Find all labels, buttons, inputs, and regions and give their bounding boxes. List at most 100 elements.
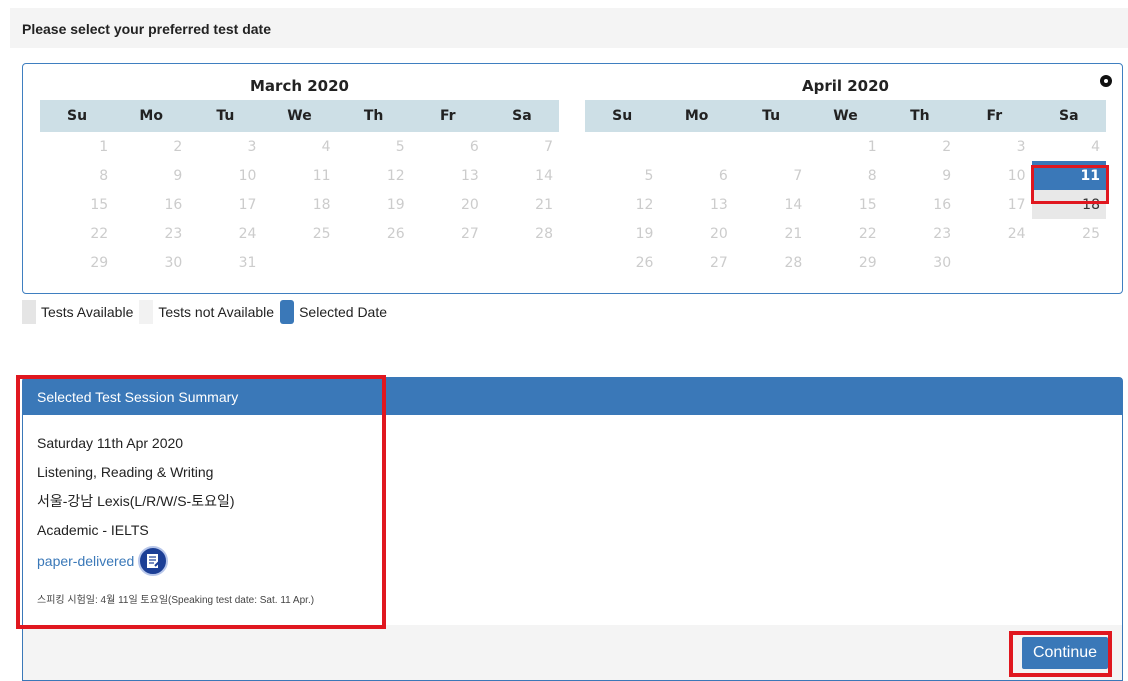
legend-available-swatch <box>22 300 36 324</box>
calendar-day: 5 <box>644 167 654 184</box>
calendar-empty-cell <box>337 248 411 277</box>
calendar-day: 29 <box>90 254 109 271</box>
calendar-week-row: 22 23 24 25 26 27 28 <box>40 219 559 248</box>
summary-highlight <box>16 375 386 629</box>
calendar-day: 1 <box>99 138 109 155</box>
weekday-header: Tu <box>188 100 263 132</box>
calendar-week-row: 1 2 3 4 <box>585 132 1106 161</box>
calendar-day: 13 <box>710 196 728 213</box>
calendar-day: 23 <box>933 225 952 242</box>
calendar-empty-cell <box>1032 248 1106 277</box>
calendar-day: 26 <box>386 225 405 242</box>
weekday-header: Mo <box>659 100 734 132</box>
weekday-header: Su <box>585 100 660 132</box>
calendar-day: 29 <box>858 254 877 271</box>
calendar-day: 14 <box>535 167 553 184</box>
calendar-empty-cell <box>485 248 559 277</box>
calendar-legend: Tests Available Tests not Available Sele… <box>22 300 393 324</box>
month-april: April 2020 Su Mo Tu We Th Fr Sa 1 2 3 4 5 6 7 8 9 10 11 12… <box>585 72 1106 277</box>
summary-footer: Continue <box>23 625 1122 680</box>
calendar-day: 1 <box>867 138 877 155</box>
calendar-day: 2 <box>173 138 183 155</box>
calendar-day: 10 <box>1007 167 1026 184</box>
calendar-day: 2 <box>942 138 952 155</box>
calendar-day: 21 <box>784 225 803 242</box>
calendar-week-row: 5 6 7 8 9 10 11 <box>585 161 1106 190</box>
date-picker: March 2020 Su Mo Tu We Th Fr Sa 1 2 3 4 5 6 7 8 9 10 11 12… <box>22 63 1123 294</box>
calendar-day: 4 <box>321 138 331 155</box>
calendar-grid: Su Mo Tu We Th Fr Sa 1 2 3 4 5 6 7 8 9 10 11 12 13 14 15 16 17 1… <box>585 100 1106 277</box>
calendar-empty-cell <box>411 248 485 277</box>
calendar-day: 26 <box>635 254 654 271</box>
calendar-day: 18 <box>312 196 331 213</box>
calendar-day: 27 <box>461 225 479 242</box>
calendar-day: 15 <box>858 196 877 213</box>
calendar-day: 11 <box>312 167 331 184</box>
calendar-day: 19 <box>635 225 654 242</box>
calendar-week-row: 1 2 3 4 5 6 7 <box>40 132 559 161</box>
legend-not-available-label: Tests not Available <box>158 304 275 320</box>
weekday-header: Tu <box>733 100 809 132</box>
calendar-day: 23 <box>164 225 183 242</box>
calendar-day: 22 <box>858 225 877 242</box>
calendar-day: 24 <box>1007 225 1026 242</box>
calendar-day: 6 <box>718 167 728 184</box>
calendar-day: 9 <box>173 167 183 184</box>
calendar-day: 25 <box>312 225 331 242</box>
calendar-week-row: 12 13 14 15 16 17 18 <box>585 190 1106 219</box>
weekday-header: Th <box>882 100 958 132</box>
calendar-day: 22 <box>90 225 109 242</box>
calendar-week-row: 8 9 10 11 12 13 14 <box>40 161 559 190</box>
calendar-empty-cell <box>659 132 733 161</box>
weekday-header: Sa <box>484 100 559 132</box>
month-title: March 2020 <box>250 77 349 95</box>
weekday-header: Su <box>40 100 115 132</box>
calendar-empty-cell <box>734 132 808 161</box>
weekday-header: We <box>262 100 337 132</box>
calendar-day: 16 <box>164 196 183 213</box>
legend-selected-label: Selected Date <box>299 304 388 320</box>
calendar-day: 7 <box>544 138 553 155</box>
calendar-day: 14 <box>784 196 803 213</box>
calendar-day: 10 <box>238 167 257 184</box>
weekday-header-row: Su Mo Tu We Th Fr Sa <box>40 100 559 132</box>
calendar-day: 16 <box>933 196 952 213</box>
calendar-empty-cell <box>957 248 1031 277</box>
calendar-day: 12 <box>635 196 654 213</box>
calendar-day: 20 <box>710 225 728 242</box>
calendar-day: 20 <box>461 196 479 213</box>
calendar-day: 17 <box>1007 196 1026 213</box>
calendar-day: 27 <box>710 254 728 271</box>
calendar-day: 8 <box>99 167 109 184</box>
calendar-week-row: 26 27 28 29 30 <box>585 248 1106 277</box>
legend-selected-swatch <box>280 300 295 324</box>
calendar-day: 7 <box>793 167 803 184</box>
calendar-day: 28 <box>535 225 553 242</box>
weekday-header: We <box>808 100 883 132</box>
calendar-day: 19 <box>386 196 405 213</box>
weekday-header: Sa <box>1031 100 1106 132</box>
next-month-icon[interactable] <box>1100 75 1112 87</box>
calendar-grid: Su Mo Tu We Th Fr Sa 1 2 3 4 5 6 7 8 9 10 11 12 13 14 15 16 17 1… <box>40 100 559 277</box>
weekday-header: Th <box>336 100 411 132</box>
calendar-day: 13 <box>461 167 479 184</box>
calendar-day: 17 <box>238 196 257 213</box>
calendar-day: 3 <box>247 138 257 155</box>
calendar-day: 31 <box>238 254 257 271</box>
calendar-week-row: 15 16 17 18 19 20 21 <box>40 190 559 219</box>
calendar-day: 30 <box>164 254 183 271</box>
calendar-empty-cell <box>262 248 336 277</box>
calendar-day: 25 <box>1082 225 1100 242</box>
month-title: April 2020 <box>802 77 889 95</box>
calendar-day: 15 <box>90 196 109 213</box>
legend-available-label: Tests Available <box>41 304 134 320</box>
calendar-day: 28 <box>784 254 803 271</box>
month-march: March 2020 Su Mo Tu We Th Fr Sa 1 2 3 4 5 6 7 8 9 10 11 12… <box>40 72 559 277</box>
weekday-header: Mo <box>114 100 189 132</box>
continue-highlight <box>1009 631 1112 677</box>
page-title-text: Please select your preferred test date <box>22 21 272 37</box>
weekday-header: Fr <box>957 100 1032 132</box>
selected-date-highlight <box>1031 165 1109 204</box>
calendar-day: 9 <box>942 167 952 184</box>
legend-not-available-swatch <box>139 300 154 324</box>
